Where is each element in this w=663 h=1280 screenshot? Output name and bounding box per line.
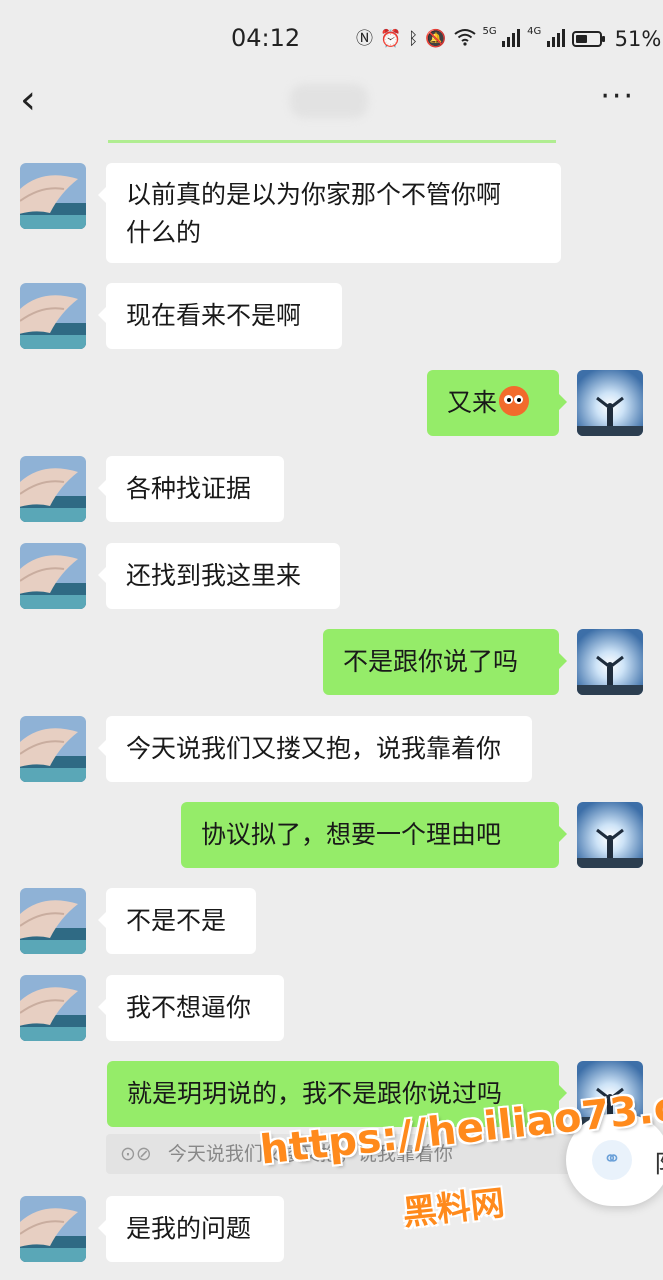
status-time: 04:12 <box>231 24 301 52</box>
message-text: 是我的问题 <box>126 1214 252 1243</box>
previous-bubble-edge <box>108 140 556 143</box>
battery-percent: 51% <box>614 27 662 51</box>
signal-5g-label: 5G <box>482 26 497 37</box>
orange-peeking-face-emoji <box>499 386 530 416</box>
status-icons: Ⓝ ⏰ ᛒ 🔕 5G 4G 51% <box>356 26 661 52</box>
message-text: 就是玥玥说的，我不是跟你说过吗 <box>127 1079 503 1108</box>
message-text: 今天说我们又搂又抱，说我靠着你 <box>126 734 502 763</box>
contact-avatar[interactable] <box>20 163 86 229</box>
message-text: 各种找证据 <box>126 474 252 503</box>
my-avatar[interactable] <box>577 629 643 695</box>
received-message-bubble[interactable]: 是我的问题 <box>98 1196 284 1262</box>
message-text: 不是不是 <box>126 906 227 935</box>
battery-fill <box>575 35 587 43</box>
status-bar: 04:12 Ⓝ ⏰ ᛒ 🔕 5G 4G 51% <box>0 0 663 76</box>
signal-4g-label: 4G <box>527 26 542 37</box>
contact-avatar[interactable] <box>20 283 86 349</box>
bluetooth-icon: ᛒ <box>408 28 419 49</box>
chat-header: ‹ ··· <box>0 76 663 134</box>
received-message-bubble[interactable]: 还找到我这里来 <box>98 543 340 609</box>
contact-avatar[interactable] <box>20 975 86 1041</box>
received-message-bubble[interactable]: 各种找证据 <box>98 456 284 522</box>
received-message-bubble[interactable]: 今天说我们又搂又抱，说我靠着你 <box>98 716 532 782</box>
signal-4g-icon: 4G <box>527 27 565 51</box>
contact-avatar[interactable] <box>20 716 86 782</box>
received-message-bubble[interactable]: 我不想逼你 <box>98 975 284 1041</box>
message-text: 不是跟你说了吗 <box>343 647 519 676</box>
received-message-bubble[interactable]: 现在看来不是啊 <box>98 283 342 349</box>
message-text: 现在看来不是啊 <box>126 301 302 330</box>
link-icon: ⚭ <box>592 1140 632 1180</box>
nfc-icon: Ⓝ <box>356 28 373 49</box>
more-icon[interactable]: ··· <box>600 82 635 112</box>
sent-message-bubble[interactable]: 不是跟你说了吗 <box>323 629 567 695</box>
back-icon[interactable]: ‹ <box>20 80 36 120</box>
message-text: 以前真的是以为你家那个不管你啊 什么的 <box>126 180 502 247</box>
message-text: 我不想逼你 <box>126 993 252 1022</box>
received-message-bubble[interactable]: 以前真的是以为你家那个不管你啊 什么的 <box>98 163 561 263</box>
floating-button-char: 阝 <box>654 1144 663 1179</box>
my-avatar[interactable] <box>577 370 643 436</box>
watermark-name: 黑料网 <box>400 1183 507 1234</box>
my-avatar[interactable] <box>577 802 643 868</box>
message-text: 协议拟了，想要一个理由吧 <box>201 820 502 849</box>
message-text: 又来 <box>447 388 498 417</box>
sent-message-bubble[interactable]: 协议拟了，想要一个理由吧 <box>181 802 567 868</box>
contact-avatar[interactable] <box>20 543 86 609</box>
wifi-icon <box>453 28 476 50</box>
sent-message-bubble[interactable]: 又来 <box>427 370 567 436</box>
message-text: 还找到我这里来 <box>126 561 302 590</box>
battery-icon <box>571 31 605 47</box>
mute-icon: 🔕 <box>425 28 447 49</box>
contact-avatar[interactable] <box>20 456 86 522</box>
chat-title-redacted <box>290 84 368 118</box>
contact-avatar[interactable] <box>20 1196 86 1262</box>
quote-icon: ⊙⊘ <box>120 1143 152 1165</box>
contact-avatar[interactable] <box>20 888 86 954</box>
signal-5g-icon: 5G <box>483 27 521 51</box>
received-message-bubble[interactable]: 不是不是 <box>98 888 256 954</box>
alarm-icon: ⏰ <box>380 28 402 49</box>
